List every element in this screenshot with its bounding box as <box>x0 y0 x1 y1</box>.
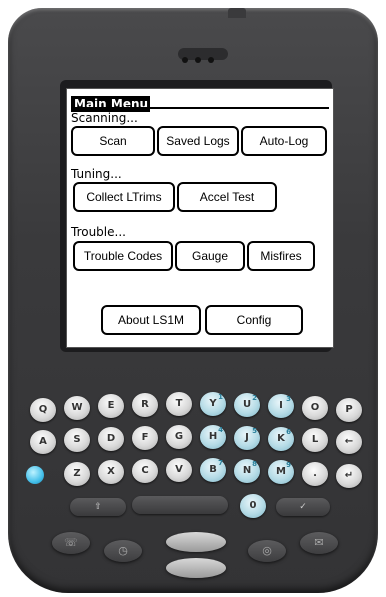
key-b[interactable]: B7 <box>200 458 226 482</box>
key-w[interactable]: W <box>64 396 90 420</box>
key-z[interactable]: Z <box>64 462 90 486</box>
trouble-codes-button[interactable]: Trouble Codes <box>73 241 173 271</box>
key-n[interactable]: N8 <box>234 459 260 483</box>
key-v[interactable]: V <box>166 458 192 482</box>
key-c[interactable]: C <box>132 459 158 483</box>
key-x[interactable]: X <box>98 460 124 484</box>
saved-logs-button[interactable]: Saved Logs <box>157 126 239 156</box>
key-k[interactable]: K6 <box>268 427 294 451</box>
key-m[interactable]: M9 <box>268 460 294 484</box>
auto-log-button[interactable]: Auto-Log <box>241 126 327 156</box>
phone-button[interactable]: ☏ <box>52 532 90 554</box>
scan-button[interactable]: Scan <box>71 126 155 156</box>
mail-button[interactable]: ✉ <box>300 532 338 554</box>
about-ls1m-button[interactable]: About LS1M <box>101 305 201 335</box>
key-i[interactable]: I3 <box>268 394 294 418</box>
speaker-grille <box>178 48 228 63</box>
section-label-trouble: Trouble... <box>71 225 126 239</box>
gauge-button[interactable]: Gauge <box>175 241 245 271</box>
misfires-button[interactable]: Misfires <box>247 241 315 271</box>
key-f[interactable]: F <box>132 426 158 450</box>
calendar-button[interactable]: ◷ <box>104 540 142 562</box>
section-label-scanning: Scanning... <box>71 111 138 125</box>
key-zero[interactable]: 0 <box>240 494 266 518</box>
key-d[interactable]: D <box>98 427 124 451</box>
key-h[interactable]: H4 <box>200 425 226 449</box>
key-o[interactable]: O <box>302 396 328 420</box>
navigation-rocker[interactable] <box>166 528 226 584</box>
alt-indicator-light <box>26 466 44 484</box>
key-r[interactable]: R <box>132 393 158 417</box>
key-u[interactable]: U2 <box>234 393 260 417</box>
config-button[interactable]: Config <box>205 305 303 335</box>
web-button[interactable]: ◎ <box>248 540 286 562</box>
key-t[interactable]: T <box>166 392 192 416</box>
key-p[interactable]: P <box>336 398 362 422</box>
key-l[interactable]: L <box>302 428 328 452</box>
symbol-key[interactable]: ✓ <box>276 498 330 516</box>
antenna <box>228 8 246 18</box>
key-a[interactable]: A <box>30 430 56 454</box>
rocker-up-button[interactable] <box>166 532 226 552</box>
section-label-tuning: Tuning... <box>71 167 122 181</box>
key-g[interactable]: G <box>166 425 192 449</box>
key-y[interactable]: Y1 <box>200 392 226 416</box>
enter-key[interactable]: ↵ <box>336 464 362 488</box>
space-key[interactable] <box>132 496 228 514</box>
key-s[interactable]: S <box>64 428 90 452</box>
backspace-key[interactable]: ← <box>336 430 362 454</box>
collect-ltrims-button[interactable]: Collect LTrims <box>73 182 175 212</box>
shift-key[interactable]: ⇧ <box>70 498 126 516</box>
screen: Main Menu Scanning... Scan Saved Logs Au… <box>66 88 334 348</box>
page-title: Main Menu <box>71 96 151 112</box>
key-period[interactable]: . <box>302 462 328 486</box>
key-e[interactable]: E <box>98 394 124 418</box>
accel-test-button[interactable]: Accel Test <box>177 182 277 212</box>
title-divider <box>71 107 329 109</box>
key-q[interactable]: Q <box>30 398 56 422</box>
key-j[interactable]: J5 <box>234 426 260 450</box>
rocker-down-button[interactable] <box>166 558 226 578</box>
